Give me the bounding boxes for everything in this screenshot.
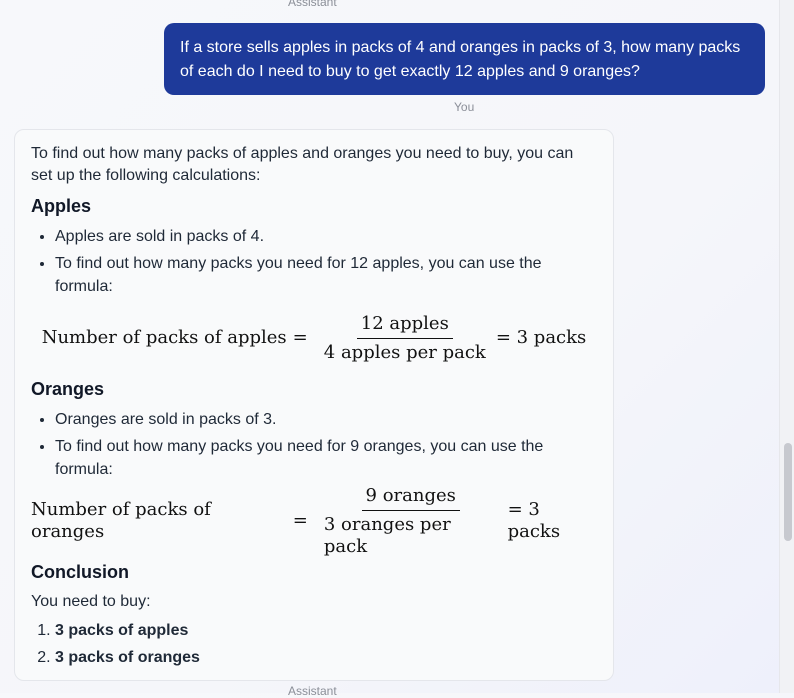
formula-lhs: Number of packs of oranges <box>31 499 211 542</box>
user-message-bubble: If a store sells apples in packs of 4 an… <box>164 23 765 95</box>
formula-equals: = <box>292 510 308 531</box>
scrollbar-thumb[interactable] <box>784 443 792 541</box>
assistant-message-card: To find out how many packs of apples and… <box>14 129 614 681</box>
list-item: 3 packs of oranges <box>55 646 597 669</box>
oranges-formula: Number of packs of oranges = 9 oranges 3… <box>31 485 597 557</box>
conclusion-list: 3 packs of apples 3 packs of oranges <box>31 619 597 669</box>
oranges-heading: Oranges <box>31 379 105 399</box>
formula-result: = 3 packs <box>495 327 587 348</box>
conclusion-text: You need to buy: <box>31 593 151 610</box>
formula-denominator: 4 apples per pack <box>323 341 486 363</box>
apples-heading: Apples <box>31 196 92 216</box>
user-message-text: If a store sells apples in packs of 4 an… <box>180 39 741 80</box>
formula-result: = 3 packs <box>507 499 561 542</box>
assistant-role-label-bottom: Assistant <box>288 684 337 698</box>
list-item: Oranges are sold in packs of 3. <box>55 408 597 431</box>
user-role-label: You <box>454 100 475 114</box>
assistant-intro: To find out how many packs of apples and… <box>31 145 574 184</box>
list-item: 3 packs of apples <box>55 619 597 642</box>
oranges-list: Oranges are sold in packs of 3. To find … <box>31 408 597 481</box>
formula-numerator: 12 apples <box>356 313 453 339</box>
formula-fraction: 12 apples 4 apples per pack <box>320 313 490 364</box>
list-item: To find out how many packs you need for … <box>55 252 597 298</box>
conclusion-heading: Conclusion <box>31 562 129 582</box>
list-item: Apples are sold in packs of 4. <box>55 225 597 248</box>
formula-numerator: 9 oranges <box>361 485 460 511</box>
formula-fraction: 9 oranges 3 oranges per pack <box>320 485 502 558</box>
formula-lhs: Number of packs of apples <box>41 327 287 348</box>
formula-denominator: 3 oranges per pack <box>323 513 451 557</box>
assistant-role-label-top: Assistant <box>288 0 337 9</box>
formula-equals: = <box>292 327 308 348</box>
apples-list: Apples are sold in packs of 4. To find o… <box>31 225 597 298</box>
apples-formula: Number of packs of apples = 12 apples 4 … <box>31 310 597 366</box>
list-item: To find out how many packs you need for … <box>55 435 597 481</box>
scrollbar-track[interactable] <box>779 0 794 693</box>
